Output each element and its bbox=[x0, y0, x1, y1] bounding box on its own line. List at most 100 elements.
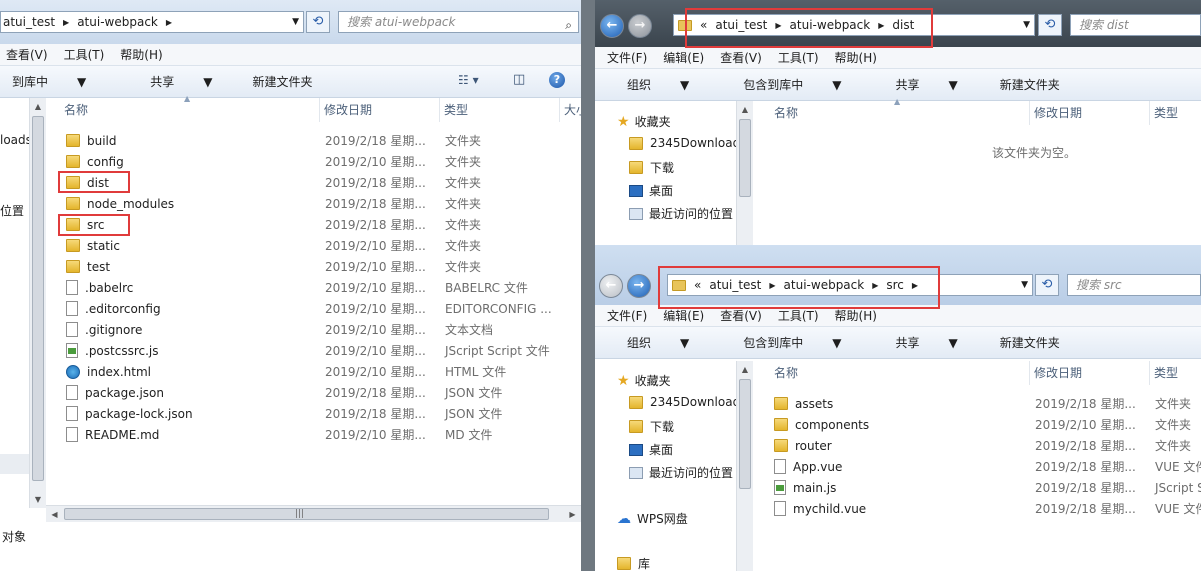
left-address-input[interactable]: atui_test ▶ atui-webpack ▶ ▼ bbox=[0, 11, 304, 33]
table-row[interactable]: .gitignore 2019/2/10 星期... 文本文档 bbox=[58, 319, 581, 340]
nav-item-favorites[interactable]: ★ 收藏夹 bbox=[617, 113, 671, 130]
file-name-cell[interactable]: .postcssrc.js bbox=[66, 343, 159, 358]
nav-item-2345downloads[interactable]: 2345Downloads bbox=[629, 395, 746, 409]
nav-item-wps-cloud[interactable]: ☁ WPS网盘 bbox=[617, 510, 688, 527]
file-name-cell[interactable]: test bbox=[66, 260, 110, 274]
include-library-button[interactable]: 到库中 ▼ bbox=[0, 73, 110, 90]
nav-item-library[interactable]: 库 bbox=[617, 555, 650, 571]
scroll-thumb[interactable]: ||| bbox=[64, 508, 549, 520]
chevron-right-icon[interactable]: ▶ bbox=[771, 21, 785, 30]
file-name-cell[interactable]: App.vue bbox=[774, 459, 842, 474]
menu-help[interactable]: 帮助(H) bbox=[827, 49, 885, 66]
new-folder-button[interactable]: 新建文件夹 bbox=[237, 73, 325, 90]
share-button[interactable]: 共享 ▼ bbox=[110, 73, 236, 90]
file-name-cell[interactable]: README.md bbox=[66, 427, 159, 442]
src-search-input[interactable]: 搜索 src bbox=[1067, 274, 1201, 296]
nav-item-downloads[interactable]: 下载 bbox=[629, 159, 674, 176]
menu-tools[interactable]: 工具(T) bbox=[770, 49, 827, 66]
table-row[interactable]: index.html 2019/2/10 星期... HTML 文件 bbox=[58, 361, 581, 382]
left-nav-scrollbar[interactable]: ▲ ▼ bbox=[29, 98, 46, 508]
table-row[interactable]: .postcssrc.js 2019/2/10 星期... JScript Scri… bbox=[58, 340, 581, 361]
src-crumb-0[interactable]: atui_test bbox=[705, 278, 765, 292]
dist-nav-scrollbar[interactable]: ▲ bbox=[736, 101, 753, 245]
include-library-button[interactable]: 包含到库中 ▼ bbox=[713, 334, 865, 351]
organize-button[interactable]: 组织 ▼ bbox=[595, 334, 713, 351]
column-size[interactable]: 大小 bbox=[560, 98, 581, 122]
table-row[interactable]: router 2019/2/18 星期... 文件夹 bbox=[770, 435, 1201, 456]
scroll-thumb[interactable] bbox=[32, 116, 44, 481]
preview-pane-icon[interactable]: ◫ bbox=[513, 72, 525, 87]
file-name-cell[interactable]: config bbox=[66, 155, 124, 169]
dist-crumb-1[interactable]: atui-webpack bbox=[786, 18, 875, 32]
share-button[interactable]: 共享 ▼ bbox=[866, 334, 982, 351]
table-row[interactable]: README.md 2019/2/10 星期... MD 文件 bbox=[58, 424, 581, 445]
chevron-down-icon[interactable]: ▼ bbox=[1021, 280, 1028, 290]
menu-help[interactable]: 帮助(H) bbox=[827, 307, 885, 324]
nav-item-desktop[interactable]: 桌面 bbox=[629, 182, 673, 199]
file-name-cell[interactable]: assets bbox=[774, 397, 833, 411]
table-row[interactable]: .editorconfig 2019/2/10 星期... EDITORCONFIG… bbox=[58, 298, 581, 319]
menu-view[interactable]: 查看(V) bbox=[712, 307, 770, 324]
file-name-cell[interactable]: src bbox=[66, 218, 105, 232]
organize-button[interactable]: 组织 ▼ bbox=[595, 76, 713, 93]
left-refresh-button[interactable]: ⟲ bbox=[306, 11, 330, 33]
left-horizontal-scrollbar[interactable]: ◀ ||| ▶ bbox=[46, 505, 581, 522]
table-row[interactable]: src 2019/2/18 星期... 文件夹 bbox=[58, 214, 581, 235]
help-icon[interactable]: ? bbox=[549, 72, 565, 88]
new-folder-button[interactable]: 新建文件夹 bbox=[982, 334, 1072, 351]
menu-help[interactable]: 帮助(H) bbox=[112, 46, 170, 63]
chevron-right-icon[interactable]: ▶ bbox=[765, 281, 779, 290]
scroll-up-icon[interactable]: ▲ bbox=[737, 101, 753, 118]
menu-tools[interactable]: 工具(T) bbox=[770, 307, 827, 324]
file-name-cell[interactable]: mychild.vue bbox=[774, 501, 866, 516]
back-button[interactable]: ← bbox=[600, 14, 624, 38]
forward-button[interactable]: → bbox=[628, 14, 652, 38]
column-date[interactable]: 修改日期 bbox=[320, 98, 440, 122]
file-name-cell[interactable]: index.html bbox=[66, 364, 151, 379]
src-address-input[interactable]: « atui_test ▶ atui-webpack ▶ src ▶ ▼ bbox=[667, 274, 1033, 296]
scroll-up-icon[interactable]: ▲ bbox=[30, 98, 46, 115]
file-name-cell[interactable]: .babelrc bbox=[66, 280, 133, 295]
menu-file[interactable]: 文件(F) bbox=[595, 49, 655, 66]
column-name[interactable]: 名称 bbox=[770, 361, 1030, 385]
scroll-up-icon[interactable]: ▲ bbox=[737, 361, 753, 378]
nav-item-recent-partial[interactable]: 位置 bbox=[0, 202, 24, 219]
column-date[interactable]: 修改日期 bbox=[1030, 361, 1150, 385]
nav-item-favorites[interactable]: ★ 收藏夹 bbox=[617, 372, 671, 389]
column-type[interactable]: 类型 bbox=[1150, 361, 1201, 385]
scroll-right-icon[interactable]: ▶ bbox=[564, 506, 581, 523]
nav-item-downloads[interactable]: 下载 bbox=[629, 418, 674, 435]
scroll-thumb[interactable] bbox=[739, 379, 751, 489]
file-name-cell[interactable]: build bbox=[66, 134, 117, 148]
left-search-input[interactable]: 搜索 atui-webpack ⌕ bbox=[338, 11, 579, 33]
table-row[interactable]: build 2019/2/18 星期... 文件夹 bbox=[58, 130, 581, 151]
src-crumb-1[interactable]: atui-webpack bbox=[780, 278, 869, 292]
table-row[interactable]: App.vue 2019/2/18 星期... VUE 文件 bbox=[770, 456, 1201, 477]
file-name-cell[interactable]: router bbox=[774, 439, 832, 453]
chevron-right-icon[interactable]: ▶ bbox=[162, 18, 176, 27]
scroll-left-icon[interactable]: ◀ bbox=[46, 506, 63, 523]
chevron-right-icon[interactable]: ▶ bbox=[908, 281, 922, 290]
table-row[interactable]: config 2019/2/10 星期... 文件夹 bbox=[58, 151, 581, 172]
table-row[interactable]: node_modules 2019/2/18 星期... 文件夹 bbox=[58, 193, 581, 214]
menu-tools[interactable]: 工具(T) bbox=[56, 46, 113, 63]
file-name-cell[interactable]: dist bbox=[66, 176, 109, 190]
table-row[interactable]: package-lock.json 2019/2/18 星期... JSON 文件 bbox=[58, 403, 581, 424]
column-type[interactable]: 类型 bbox=[1150, 101, 1201, 125]
column-date[interactable]: 修改日期 bbox=[1030, 101, 1150, 125]
file-name-cell[interactable]: node_modules bbox=[66, 197, 174, 211]
scroll-down-icon[interactable]: ▼ bbox=[30, 491, 46, 508]
table-row[interactable]: test 2019/2/10 星期... 文件夹 bbox=[58, 256, 581, 277]
nav-item-recent[interactable]: 最近访问的位置 bbox=[629, 464, 733, 481]
view-options-icon[interactable]: ☷ ▾ bbox=[458, 73, 479, 87]
file-name-cell[interactable]: components bbox=[774, 418, 869, 432]
file-name-cell[interactable]: package.json bbox=[66, 385, 164, 400]
src-crumb-2[interactable]: src bbox=[882, 278, 908, 292]
menu-edit[interactable]: 编辑(E) bbox=[655, 307, 712, 324]
chevron-right-icon[interactable]: ▶ bbox=[59, 18, 73, 27]
left-crumb-0[interactable]: atui_test bbox=[1, 15, 59, 29]
left-crumb-1[interactable]: atui-webpack bbox=[73, 15, 162, 29]
file-name-cell[interactable]: .editorconfig bbox=[66, 301, 161, 316]
nav-item-recent[interactable]: 最近访问的位置 bbox=[629, 205, 733, 222]
table-row[interactable]: package.json 2019/2/18 星期... JSON 文件 bbox=[58, 382, 581, 403]
